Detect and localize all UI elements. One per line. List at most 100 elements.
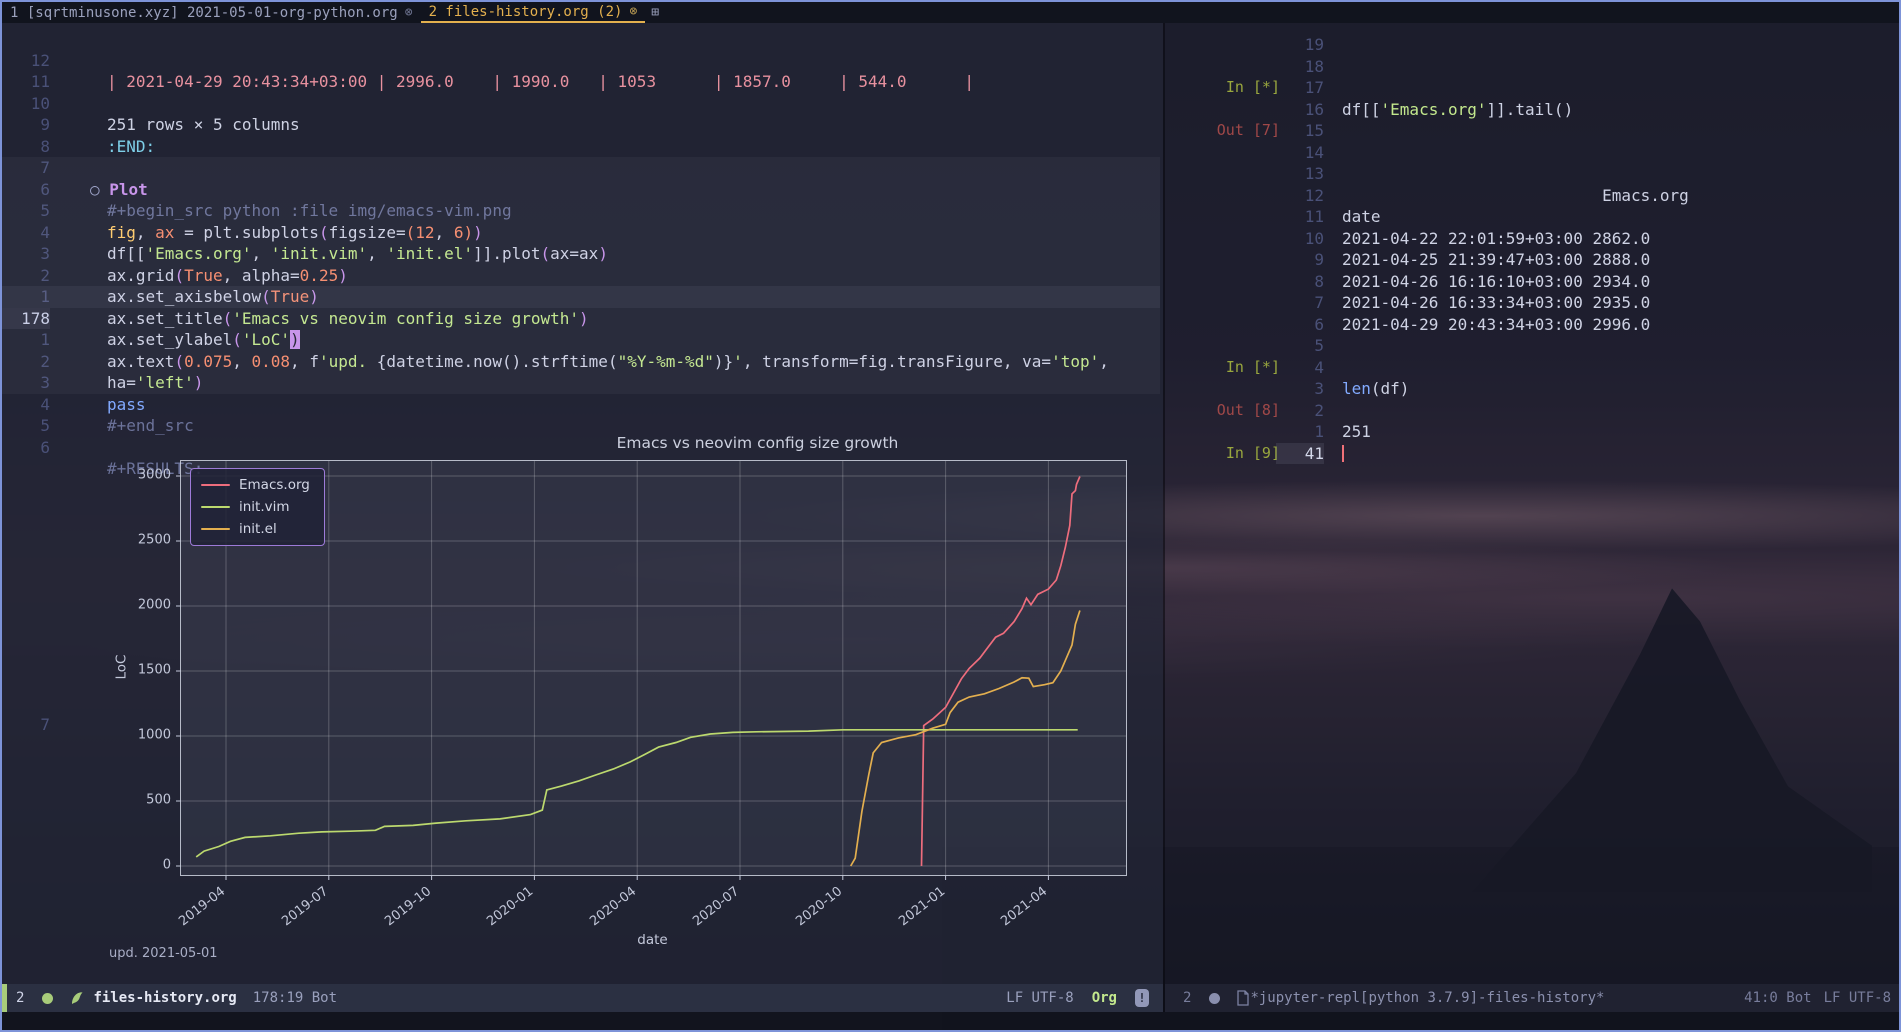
legend-swatch: [201, 506, 230, 508]
y-tick-label: 3000: [138, 468, 171, 483]
repl-line: Out [7]15: [2, 120, 60, 142]
modeline-accent-bar: [2, 984, 7, 1012]
y-tick-label: 2500: [138, 533, 171, 548]
src-block-background: [2, 372, 1160, 394]
tab-label: 1 [sqrtminusone.xyz] 2021-05-01-org-pyth…: [10, 5, 398, 21]
chart-xlabel: date: [180, 932, 1125, 948]
buffer-name[interactable]: files-history.org: [93, 990, 236, 1006]
line-text[interactable]: 2021-04-25 21:39:47+03:00 2888.0: [1342, 249, 1650, 271]
warning-badge[interactable]: !: [1135, 989, 1149, 1007]
x-tick-label: 2019-07: [270, 884, 331, 936]
repl-line: 10 2021-04-25 21:39:47+03:00 2888.0: [2, 228, 60, 250]
y-tick-label: 500: [146, 793, 171, 808]
src-block-background: [2, 329, 1160, 351]
chart-legend: Emacs.org init.vim init.el: [190, 468, 325, 546]
repl-line: 7 2021-04-29 20:43:34+03:00 2996.0: [2, 292, 60, 314]
buffer-state-dot: [42, 993, 53, 1004]
src-block-background: [2, 351, 1160, 373]
line-number: 12: [1276, 185, 1324, 207]
repl-prompt-out: Out [7]: [1172, 120, 1280, 142]
line-number: 3: [1276, 378, 1324, 400]
x-tick-label: 2020-07: [681, 884, 742, 936]
repl-line: In [*]17 df[['Emacs.org']].tail(): [2, 77, 60, 99]
legend-item: init.vim: [201, 498, 310, 516]
repl-line: Out [8]2 251: [2, 400, 60, 422]
org-inline-result-image: Emacs vs neovim config size growth 30002…: [107, 434, 1165, 980]
tab-files-history[interactable]: 2 files-history.org (2) ⊗: [421, 2, 646, 23]
line-text[interactable]: | 2021-04-29 20:43:34+03:00 | 2996.0 | 1…: [107, 71, 974, 93]
line-number: 2: [1276, 400, 1324, 422]
line-text[interactable]: 2021-04-26 16:16:10+03:00 2934.0: [1342, 271, 1650, 293]
line-number: 5: [1276, 335, 1324, 357]
chart-annotation: upd. 2021-05-01: [109, 946, 218, 961]
legend-swatch: [201, 528, 230, 530]
legend-label: Emacs.org: [239, 477, 310, 493]
repl-line: 3: [2, 378, 60, 400]
src-block-background: [2, 179, 1160, 201]
cursor-position: 178:19 Bot: [253, 990, 337, 1006]
line-number: 6: [1276, 314, 1324, 336]
tab-org-python[interactable]: 1 [sqrtminusone.xyz] 2021-05-01-org-pyth…: [2, 2, 421, 23]
repl-line: 8 2021-04-26 16:33:34+03:00 2935.0: [2, 271, 60, 293]
repl-line: 1: [2, 421, 60, 443]
line-number: 9: [1276, 249, 1324, 271]
x-tick-label: 2019-10: [373, 884, 434, 936]
line-number: 8: [1276, 271, 1324, 293]
repl-line: 9 2021-04-26 16:16:10+03:00 2934.0: [2, 249, 60, 271]
repl-line: 11 2021-04-22 22:01:59+03:00 2862.0: [2, 206, 60, 228]
chart-ylabel: LoC: [113, 655, 129, 680]
chart-title: Emacs vs neovim config size growth: [285, 434, 1230, 452]
repl-line: 14: [2, 142, 60, 164]
tab-bar: 1 [sqrtminusone.xyz] 2021-05-01-org-pyth…: [2, 2, 1899, 23]
legend-item: init.el: [201, 520, 310, 538]
x-tick-label: 2020-04: [578, 884, 639, 936]
line-text[interactable]: 251 rows × 5 columns: [107, 114, 300, 136]
line-text[interactable]: 2021-04-26 16:33:34+03:00 2935.0: [1342, 292, 1650, 314]
legend-label: init.vim: [239, 499, 290, 515]
image-line: 7: [2, 692, 41, 714]
window-number: 2: [16, 990, 24, 1006]
tab-close-icon[interactable]: ⊗: [629, 4, 637, 19]
series-init.el: [851, 611, 1080, 867]
line-text[interactable]: :END:: [107, 136, 155, 158]
line-number: 19: [1276, 34, 1324, 56]
repl-line: In [*]4 len(df): [2, 357, 60, 379]
line-number: 16: [1276, 99, 1324, 121]
line-text[interactable]: pass: [107, 394, 146, 416]
window-number: 2: [1183, 990, 1191, 1006]
repl-prompt-in: In [*]: [1172, 77, 1280, 99]
x-tick-label: 2020-01: [475, 884, 536, 936]
buffer-state-dot: [1209, 993, 1220, 1004]
new-tab-icon[interactable]: ⊞: [645, 2, 665, 23]
eol-encoding[interactable]: LF UTF-8: [1006, 990, 1073, 1006]
line-number: 15: [1276, 120, 1324, 142]
line-number: 14: [1276, 142, 1324, 164]
line-text[interactable]: df[['Emacs.org']].tail(): [1342, 99, 1573, 121]
major-mode[interactable]: Org: [1092, 990, 1117, 1006]
src-block-background: [2, 308, 1160, 330]
x-tick-label: 2020-10: [784, 884, 845, 936]
line-text[interactable]: date: [1342, 206, 1381, 228]
eol-encoding[interactable]: LF UTF-8: [1824, 990, 1891, 1006]
emacs-frame: 1 [sqrtminusone.xyz] 2021-05-01-org-pyth…: [0, 0, 1901, 1032]
x-tick-label: 2021-01: [887, 884, 948, 936]
line-text[interactable]: 2021-04-29 20:43:34+03:00 2996.0: [1342, 314, 1650, 336]
text-cursor: [1342, 445, 1344, 462]
line-text[interactable]: Emacs.org: [1342, 185, 1689, 207]
line-text[interactable]: len(df): [1342, 378, 1409, 400]
repl-line: 5: [2, 335, 60, 357]
line-text[interactable]: 251: [1342, 421, 1371, 443]
y-tick-label: 1000: [138, 728, 171, 743]
src-block-background: [2, 157, 1160, 179]
line-text[interactable]: 2021-04-22 22:01:59+03:00 2862.0: [1342, 228, 1650, 250]
repl-line: 19: [2, 34, 60, 56]
tab-close-icon[interactable]: ⊗: [405, 5, 413, 20]
src-block-background: [2, 200, 1160, 222]
line-number: 41: [1276, 443, 1324, 465]
repl-prompt-out: Out [8]: [1172, 400, 1280, 422]
line-number: 1: [1276, 421, 1324, 443]
echo-area[interactable]: [2, 1012, 1899, 1032]
repl-line: In [9]41: [2, 443, 60, 465]
line-number: 7: [1276, 292, 1324, 314]
buffer-name[interactable]: *jupyter-repl[python 3.7.9]-files-histor…: [1250, 990, 1604, 1006]
